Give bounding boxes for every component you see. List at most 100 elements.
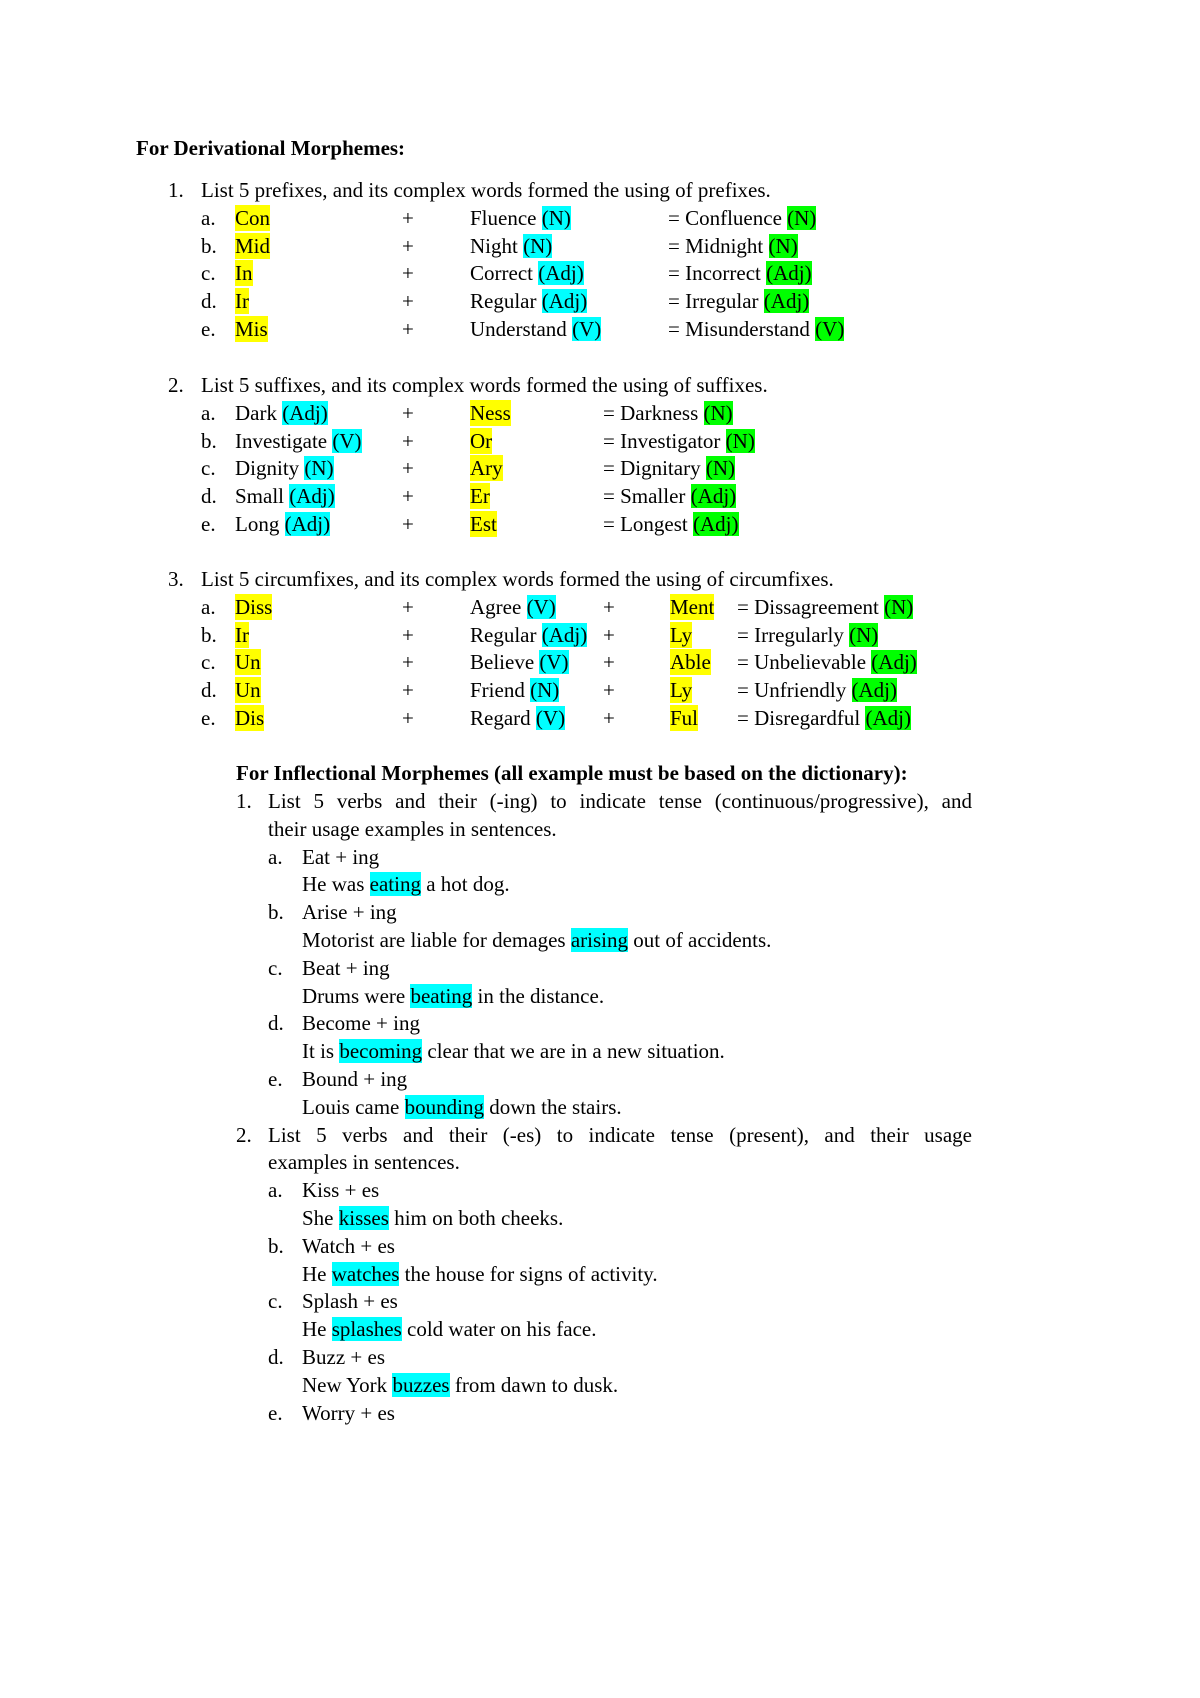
result-word: = Dissagreement (N) [737,594,914,620]
base-text: Friend [470,678,531,703]
sentence-text: in the distance. [472,983,605,1008]
result-text: = Incorrect [668,261,767,286]
item-formula: Bound + ing [302,1067,408,1091]
sentence-text: New York [302,1372,393,1397]
result-text: = Disregardful [737,706,866,730]
result-word: = Midnight (N) [668,233,798,259]
base-class: (N) [541,205,571,230]
item-formula: Kiss + es [302,1178,380,1203]
item-letter: d. [201,484,217,509]
result-text: = Smaller [603,484,691,509]
base-word: Regular (Adj) [470,288,588,314]
prefix: Mid [235,232,271,259]
base-class: (Adj) [289,484,335,509]
sentence-text: Drums were [302,983,411,1008]
result-class: (N) [787,205,817,230]
example-sentence: Motorist are liable for demages arising … [302,927,771,953]
section-number: 2. [236,1122,252,1147]
item-letter: b. [201,428,217,453]
item-letter: a. [201,594,216,619]
result-text: = Dignitary [603,456,706,481]
result-word: = Misunderstand (V) [668,316,845,342]
prefix: Mis [235,316,268,342]
plus-sign: + [402,456,414,481]
result-text: = Irregularly [737,622,850,647]
plus-sign: + [603,678,615,703]
result-text: = Misunderstand [668,317,816,341]
result-text: = Darkness [603,400,704,425]
item-letter: c. [268,955,283,980]
sentence-text: cold water on his face. [401,1317,597,1342]
item-letter: b. [201,233,217,258]
section-title: List 5 prefixes, and its complex words f… [201,178,771,202]
base-text: Investigate [235,428,333,453]
base-word: Friend (N) [470,677,560,703]
item-letter: e. [201,317,216,341]
item-letter: d. [201,289,217,314]
item-formula: Beat + ing [302,955,390,980]
sentence-text: down the stairs. [483,1094,622,1119]
example-sentence: She kisses him on both cheeks. [302,1205,563,1231]
plus-sign: + [402,678,414,703]
base-class: (Adj) [541,289,588,314]
plus-sign: + [402,484,414,509]
plus-sign: + [603,622,615,647]
item-letter: c. [201,261,216,286]
result-word: = Darkness (N) [603,400,733,426]
example-sentence: Drums were beating in the distance. [302,983,604,1009]
result-class: (Adj) [763,289,810,314]
result-word: = Irregularly (N) [737,622,879,648]
plus-sign: + [603,706,615,730]
base-word: Fluence (N) [470,205,571,231]
item-letter: c. [201,456,216,481]
plus-sign: + [402,428,414,453]
suffix: Er [470,483,490,510]
plus-sign: + [402,650,414,675]
result-text: = Investigator [603,428,726,453]
result-text: = Longest [603,512,693,536]
base-class: (V) [332,428,362,453]
item-formula: Worry + es [302,1400,395,1425]
base-word: Small (Adj) [235,483,335,509]
result-class: (Adj) [690,484,737,509]
section-title: List 5 suffixes, and its complex words f… [201,373,768,397]
suffix: Ly [670,621,693,648]
item-letter: e. [268,1400,283,1425]
highlighted-word: beating [410,983,473,1008]
base-text: Understand [470,317,573,341]
sentence-text: He [302,1261,332,1286]
result-word: = Investigator (N) [603,428,755,454]
base-class: (Adj) [282,400,328,425]
base-text: Small [235,484,290,509]
section-number: 1. [236,789,252,813]
suffix: Or [470,427,493,454]
prefix: Con [235,204,271,231]
plus-sign: + [402,512,414,536]
result-class: (Adj) [851,678,897,703]
result-class: (N) [703,400,733,425]
base-text: Believe [470,650,540,675]
highlighted-word: bounding [404,1094,484,1119]
base-class: (V) [572,317,602,341]
suffix: Ment [670,593,715,620]
base-word: Dignity (N) [235,455,334,481]
example-sentence: It is becoming clear that we are in a ne… [302,1038,725,1064]
base-word: Believe (V) [470,649,569,675]
item-letter: b. [201,622,217,647]
sentence-text: out of accidents. [627,928,772,952]
prefix: Ir [235,288,249,315]
item-letter: c. [201,650,216,675]
suffix: Ful [670,705,699,731]
base-text: Regular [470,622,542,647]
base-text: Correct [470,261,539,286]
result-text: = Unbelievable [737,650,872,675]
base-class: (V) [539,650,569,675]
example-sentence: He splashes cold water on his face. [302,1316,597,1342]
result-class: (N) [849,622,879,647]
result-class: (Adj) [693,512,739,536]
highlighted-word: eating [369,872,421,897]
sentence-text: the house for signs of activity. [399,1261,658,1286]
base-text: Regard [470,706,536,730]
result-word: = Disregardful (Adj) [737,705,911,731]
highlighted-word: becoming [339,1039,423,1064]
